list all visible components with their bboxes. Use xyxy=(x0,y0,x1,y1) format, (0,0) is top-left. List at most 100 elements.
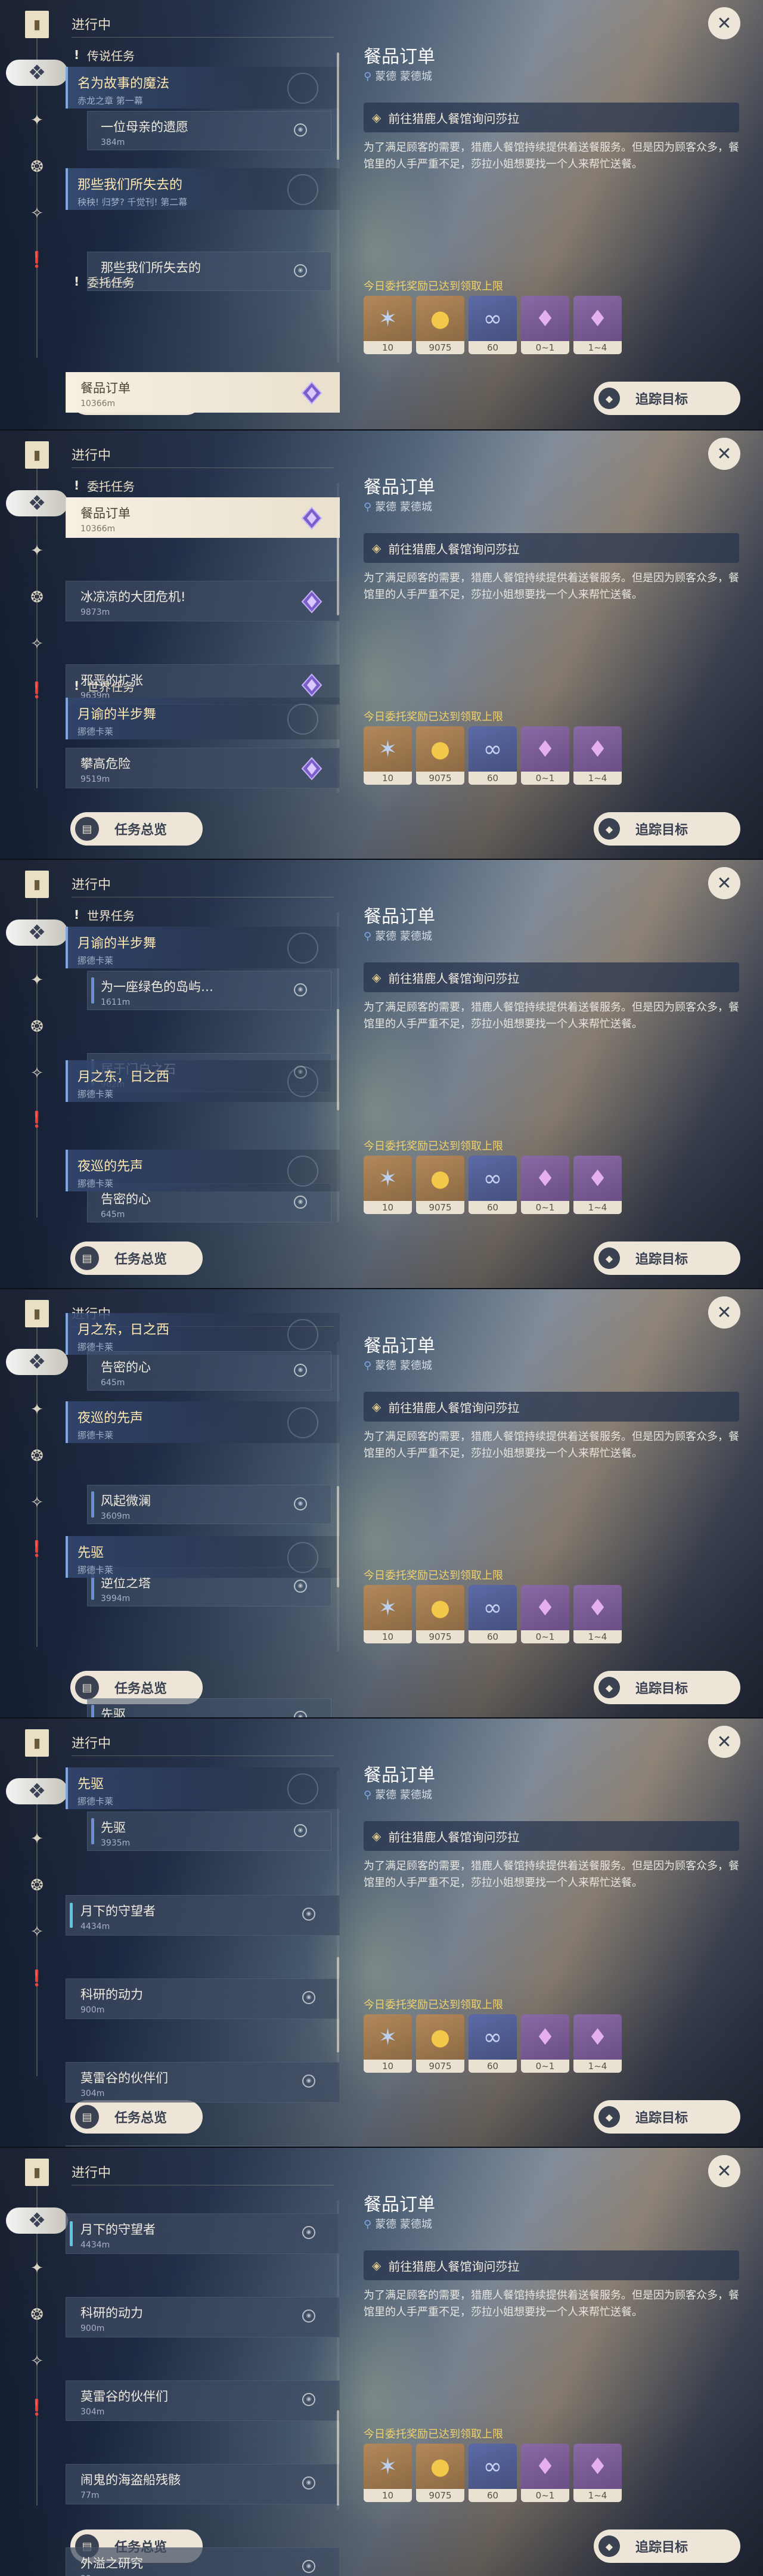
quest-item[interactable]: 莫雷谷的伙伴们 304m ◉ xyxy=(66,2380,340,2421)
exclamation-icon[interactable]: ❗ xyxy=(24,2395,50,2421)
locate-icon[interactable]: ◉ xyxy=(294,123,307,137)
list-scroll-thumb[interactable] xyxy=(337,1009,339,1110)
reward-item[interactable]: ∞ 60 xyxy=(469,296,517,354)
quest-group[interactable]: 夜巡的先声 挪德卡莱 xyxy=(66,1401,340,1443)
quest-step[interactable]: 一位母亲的遗愿 384m ◉ xyxy=(87,111,331,150)
reward-item[interactable]: ♦ 1~4 xyxy=(573,296,622,354)
close-icon[interactable]: ✕ xyxy=(708,1296,740,1329)
locate-icon[interactable]: ◉ xyxy=(294,1364,307,1377)
quest-step[interactable]: 先驱3935m◉ xyxy=(87,1698,331,1717)
quest-group[interactable]: 先驱 挪德卡莱 xyxy=(66,1536,340,1578)
reward-item[interactable]: ✶ 10 xyxy=(364,1585,412,1643)
locate-icon[interactable]: ◉ xyxy=(294,1580,307,1593)
quest-list[interactable]: 进行中 月下的守望者 4434m ◉ 科研的动力 900m ◉ 莫雷谷的伙伴们 304m ◉ 闹鬼… xyxy=(66,2148,340,2576)
reward-item[interactable]: ● 9075 xyxy=(416,1156,464,1214)
all-quests-icon[interactable]: ❖ xyxy=(6,2207,68,2234)
all-quests-icon[interactable]: ❖ xyxy=(6,1778,68,1804)
reward-item[interactable]: ● 9075 xyxy=(416,2014,464,2073)
locate-icon[interactable]: ◉ xyxy=(302,2075,315,2088)
reward-item[interactable]: ∞ 60 xyxy=(469,1156,517,1214)
reward-item[interactable]: ♦ 0~1 xyxy=(521,726,569,785)
reward-item[interactable]: ♦ 1~4 xyxy=(573,2444,622,2502)
reward-item[interactable]: ✶ 10 xyxy=(364,2014,412,2073)
quest-step[interactable]: 先驱3935m◉ xyxy=(87,1812,331,1851)
locate-icon[interactable]: ◉ xyxy=(302,2393,315,2406)
exclamation-icon[interactable]: ❗ xyxy=(24,677,50,704)
reward-item[interactable]: ♦ 1~4 xyxy=(573,2014,622,2073)
world-quest-icon[interactable]: ✧ xyxy=(24,1060,50,1086)
quest-group[interactable]: 那些我们所失去的 秧秧! 归梦? 千觉刊! 第二幕 xyxy=(66,168,340,210)
locate-icon[interactable]: ◉ xyxy=(302,2476,315,2490)
close-icon[interactable]: ✕ xyxy=(708,867,740,899)
quest-item[interactable]: 莫雷谷的伙伴们 304m ◉ xyxy=(66,2062,340,2103)
quest-item[interactable]: 冰凉凉的大团危机! 9873m xyxy=(66,581,340,621)
exclamation-icon[interactable]: ❗ xyxy=(24,247,50,273)
quest-step[interactable]: 为一座绿色的岛屿… 1611m ◉ xyxy=(87,971,331,1010)
quest-group[interactable]: 夜巡的先声 挪德卡莱 xyxy=(66,1150,340,1191)
reward-item[interactable]: ● 9075 xyxy=(416,2444,464,2502)
locate-icon[interactable]: ◉ xyxy=(302,2309,315,2323)
quest-item[interactable]: 月下的守望者 4434m ◉ xyxy=(66,2213,340,2254)
quest-group[interactable]: 先驱 挪德卡莱 xyxy=(66,1767,340,1809)
reward-item[interactable]: ♦ 1~4 xyxy=(573,726,622,785)
quest-book-icon[interactable]: ▮ xyxy=(25,11,49,38)
reward-item[interactable]: ● 9075 xyxy=(416,1585,464,1643)
locate-icon[interactable]: ◉ xyxy=(302,1991,315,2004)
all-quests-icon[interactable]: ❖ xyxy=(6,60,68,86)
quest-book-icon[interactable]: ▮ xyxy=(25,871,49,898)
locate-icon[interactable]: ◉ xyxy=(294,1497,307,1510)
reward-item[interactable]: ♦ 0~1 xyxy=(521,296,569,354)
exclamation-icon[interactable]: ❗ xyxy=(24,1107,50,1133)
archon-quest-icon[interactable]: ✦ xyxy=(24,107,50,134)
close-icon[interactable]: ✕ xyxy=(708,1726,740,1758)
quest-book-icon[interactable]: ▮ xyxy=(25,1300,49,1327)
quest-group[interactable]: 月谕的半步舞 挪德卡莱 xyxy=(66,927,340,968)
reward-item[interactable]: ✶ 10 xyxy=(364,2444,412,2502)
quest-list[interactable]: 进行中 ! 传说任务 名为故事的魔法 赤龙之章 第一幕 一位母亲的遗愿 384m ◉ 那些我们… xyxy=(66,0,340,429)
locate-icon[interactable]: ◉ xyxy=(302,2560,315,2573)
reward-item[interactable]: ♦ 0~1 xyxy=(521,1156,569,1214)
quest-list[interactable]: 进行中 月之东，日之西挪德卡莱告密的心645m◉夜巡的先声挪德卡莱风起微澜360… xyxy=(66,1289,340,1717)
close-icon[interactable]: ✕ xyxy=(708,438,740,470)
world-quest-icon[interactable]: ✧ xyxy=(24,1919,50,1945)
quest-book-icon[interactable]: ▮ xyxy=(25,2159,49,2186)
exclamation-icon[interactable]: ❗ xyxy=(24,1536,50,1562)
world-quest-icon[interactable]: ✧ xyxy=(24,200,50,227)
quest-item[interactable]: 月下的守望者 4434m ◉ xyxy=(66,1895,340,1936)
reward-item[interactable]: ♦ 0~1 xyxy=(521,2014,569,2073)
quest-group[interactable]: 月谕的半步舞 挪德卡莱 xyxy=(66,698,340,739)
close-icon[interactable]: ✕ xyxy=(708,7,740,39)
quest-group[interactable]: 月之东，日之西 挪德卡莱 xyxy=(66,1060,340,1102)
locate-icon[interactable]: ◉ xyxy=(294,1824,307,1837)
world-quest-icon[interactable]: ✧ xyxy=(24,1490,50,1516)
quest-step[interactable]: 风起微澜 3609m ◉ xyxy=(87,1485,331,1524)
quest-book-icon[interactable]: ▮ xyxy=(25,1729,49,1757)
story-quest-icon[interactable]: ❂ xyxy=(24,1872,50,1899)
reward-item[interactable]: ∞ 60 xyxy=(469,2014,517,2073)
exclamation-icon[interactable]: ❗ xyxy=(24,1965,50,1992)
reward-item[interactable]: ∞ 60 xyxy=(469,1585,517,1643)
all-quests-icon[interactable]: ❖ xyxy=(6,1349,68,1375)
quest-group[interactable]: 月之东，日之西 挪德卡莱 xyxy=(66,1313,340,1355)
story-quest-icon[interactable]: ❂ xyxy=(24,584,50,611)
world-quest-icon[interactable]: ✧ xyxy=(24,2348,50,2374)
locate-icon[interactable]: ◉ xyxy=(294,1196,307,1209)
quest-item[interactable]: 科研的动力 900m ◉ xyxy=(66,1979,340,2019)
reward-item[interactable]: ∞ 60 xyxy=(469,2444,517,2502)
archon-quest-icon[interactable]: ✦ xyxy=(24,2255,50,2281)
reward-item[interactable]: ♦ 1~4 xyxy=(573,1156,622,1214)
list-scroll-thumb[interactable] xyxy=(337,52,339,160)
world-quest-icon[interactable]: ✧ xyxy=(24,631,50,657)
locate-icon[interactable]: ◉ xyxy=(302,1908,315,1921)
quest-item[interactable]: 外溢之研究38m◉ xyxy=(66,2547,340,2576)
reward-item[interactable]: ✶ 10 xyxy=(364,296,412,354)
reward-item[interactable]: ♦ 0~1 xyxy=(521,2444,569,2502)
quest-item[interactable]: 科研的动力 900m ◉ xyxy=(66,2297,340,2337)
list-scroll-thumb[interactable] xyxy=(337,508,339,615)
quest-book-icon[interactable]: ▮ xyxy=(25,441,49,469)
all-quests-icon[interactable]: ❖ xyxy=(6,490,68,516)
quest-list[interactable]: 进行中 !世界任务月谕的半步舞挪德卡莱为一座绿色的岛屿…1611m◉居于门户之石… xyxy=(66,860,340,1288)
quest-item[interactable]: 闹鬼的海盗船残骸 77m ◉ xyxy=(66,2464,340,2504)
quest-item[interactable]: 餐品订单 10366m xyxy=(66,372,340,413)
archon-quest-icon[interactable]: ✦ xyxy=(24,1397,50,1423)
